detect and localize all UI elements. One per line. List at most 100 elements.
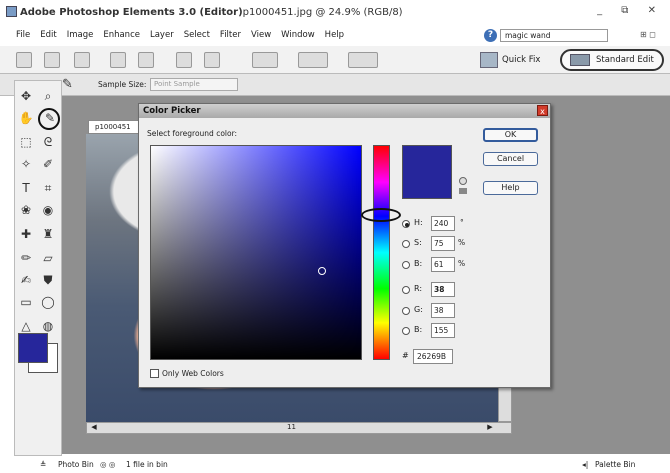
- menu-filter[interactable]: Filter: [220, 30, 241, 40]
- photo-bin-arrow-icon[interactable]: ≜: [40, 456, 46, 473]
- paint-bucket-tool-icon[interactable]: ⛊: [39, 271, 57, 289]
- file-count: 1 file in bin: [126, 460, 168, 469]
- type-tool-icon[interactable]: T: [17, 179, 35, 197]
- marquee-tool-icon[interactable]: ⬚: [17, 133, 35, 151]
- sample-size-select[interactable]: Point Sample: [150, 78, 238, 91]
- red-label: R:: [414, 284, 423, 293]
- palette-bin-arrow-icon[interactable]: ◂|: [582, 456, 588, 473]
- saturation-brightness-field[interactable]: [150, 145, 362, 360]
- standard-edit-button[interactable]: Standard Edit: [560, 49, 664, 71]
- horizontal-scrollbar[interactable]: ◀ 11 ▶: [86, 422, 512, 434]
- brightness-input[interactable]: 61: [431, 257, 455, 272]
- hue-radio[interactable]: [402, 220, 410, 228]
- green-input[interactable]: 38: [431, 303, 455, 318]
- bin-nav-icon[interactable]: ◎ ◎: [100, 456, 115, 473]
- red-radio[interactable]: [402, 286, 410, 294]
- quick-fix-icon: [480, 52, 498, 68]
- color-target-circle[interactable]: [318, 267, 326, 275]
- scroll-left-arrow-icon[interactable]: ◀: [89, 423, 99, 433]
- menu-image[interactable]: Image: [67, 30, 94, 40]
- undo-icon[interactable]: [176, 52, 192, 68]
- menu-help[interactable]: Help: [325, 30, 344, 40]
- menu-layer[interactable]: Layer: [150, 30, 174, 40]
- sample-size-label: Sample Size:: [98, 80, 147, 89]
- menu-edit[interactable]: Edit: [40, 30, 56, 40]
- photo-browser-icon[interactable]: [298, 52, 328, 68]
- options-bar: ✎ Sample Size: Point Sample: [0, 74, 670, 96]
- eyedropper-option-icon: ✎: [62, 77, 73, 92]
- help-button[interactable]: Help: [483, 181, 538, 195]
- app-title: Adobe Photoshop Elements 3.0 (Editor): [20, 6, 243, 18]
- date-view-icon[interactable]: [348, 52, 378, 68]
- hand-tool-icon[interactable]: ✋: [17, 109, 35, 127]
- photo-bin-label[interactable]: Photo Bin: [58, 456, 94, 473]
- hue-marker-highlight-ring: [361, 208, 401, 222]
- palette-bin-label[interactable]: Palette Bin: [595, 456, 635, 473]
- saturation-input[interactable]: 75: [431, 236, 455, 251]
- blue-label: B:: [414, 325, 423, 334]
- blue-input[interactable]: 155: [431, 323, 455, 338]
- dialog-prompt: Select foreground color:: [147, 129, 238, 138]
- redo-icon[interactable]: [204, 52, 220, 68]
- saturation-unit: %: [458, 238, 466, 247]
- shape-tool-icon[interactable]: ◯: [39, 293, 57, 311]
- lasso-tool-icon[interactable]: ᘓ: [39, 133, 57, 151]
- status-bar: ≜ Photo Bin ◎ ◎ 1 file in bin ◂| Palette…: [0, 456, 670, 473]
- eraser-tool-icon[interactable]: ▱: [39, 249, 57, 267]
- print-icon[interactable]: [110, 52, 126, 68]
- foreground-color-swatch[interactable]: [18, 333, 48, 363]
- crop-tool-icon[interactable]: ⌗: [39, 179, 57, 197]
- hex-input[interactable]: 26269B: [413, 349, 453, 364]
- quick-fix-button[interactable]: Quick Fix: [480, 51, 540, 69]
- healing-brush-tool-icon[interactable]: ✚: [17, 225, 35, 243]
- hue-slider[interactable]: [373, 145, 390, 360]
- menu-window[interactable]: Window: [281, 30, 315, 40]
- gradient-tool-icon[interactable]: ▭: [17, 293, 35, 311]
- red-eye-tool-icon[interactable]: ◉: [39, 201, 57, 219]
- eyedropper-highlight-ring: [38, 108, 60, 130]
- quick-fix-label: Quick Fix: [502, 55, 541, 65]
- help-icon[interactable]: ?: [484, 29, 497, 42]
- clone-stamp-tool-icon[interactable]: ♜: [39, 225, 57, 243]
- create-icon[interactable]: [252, 52, 278, 68]
- menu-view[interactable]: View: [251, 30, 271, 40]
- zoom-tool-icon[interactable]: ⌕: [39, 87, 57, 105]
- scroll-thumb[interactable]: 11: [287, 423, 296, 431]
- ok-button[interactable]: OK: [483, 128, 538, 142]
- blue-radio[interactable]: [402, 327, 410, 335]
- pencil-tool-icon[interactable]: ✏: [17, 249, 35, 267]
- move-tool-icon[interactable]: ✥: [17, 87, 35, 105]
- saturation-radio[interactable]: [402, 240, 410, 248]
- only-web-colors-checkbox[interactable]: [150, 369, 159, 378]
- web-safe-warning-icon[interactable]: [459, 188, 467, 194]
- magic-wand-tool-icon[interactable]: ✧: [17, 155, 35, 173]
- gamut-warning-icon[interactable]: [459, 177, 467, 185]
- brightness-radio[interactable]: [402, 261, 410, 269]
- hue-input[interactable]: 240: [431, 216, 455, 231]
- save-icon[interactable]: [74, 52, 90, 68]
- window-title: Adobe Photoshop Elements 3.0 (Editor)p10…: [20, 7, 403, 18]
- brightness-unit: %: [458, 259, 466, 268]
- cookie-cutter-tool-icon[interactable]: ❀: [17, 201, 35, 219]
- brush-tool-icon[interactable]: ✍: [17, 271, 35, 289]
- menu-file[interactable]: File: [16, 30, 30, 40]
- window-controls[interactable]: _ ⧉ ✕: [597, 5, 664, 16]
- scroll-right-arrow-icon[interactable]: ▶: [485, 423, 495, 433]
- saturation-label: S:: [414, 238, 422, 247]
- new-file-icon[interactable]: [16, 52, 32, 68]
- standard-edit-label: Standard Edit: [596, 55, 654, 65]
- red-input[interactable]: 38: [431, 282, 455, 297]
- hue-unit: °: [460, 218, 464, 227]
- open-folder-icon[interactable]: [44, 52, 60, 68]
- close-icon[interactable]: x: [537, 105, 548, 116]
- help-search-input[interactable]: magic wand: [500, 29, 608, 42]
- selection-brush-tool-icon[interactable]: ✐: [39, 155, 57, 173]
- cancel-button[interactable]: Cancel: [483, 152, 538, 166]
- menu-select[interactable]: Select: [184, 30, 210, 40]
- document-tab[interactable]: p1000451: [88, 120, 140, 134]
- color-picker-dialog: Color Picker x Select foreground color: …: [138, 103, 551, 388]
- menu-enhance[interactable]: Enhance: [103, 30, 140, 40]
- online-services-icon[interactable]: [138, 52, 154, 68]
- palette-layout-icon[interactable]: ⊞ ◻: [640, 30, 656, 39]
- green-radio[interactable]: [402, 307, 410, 315]
